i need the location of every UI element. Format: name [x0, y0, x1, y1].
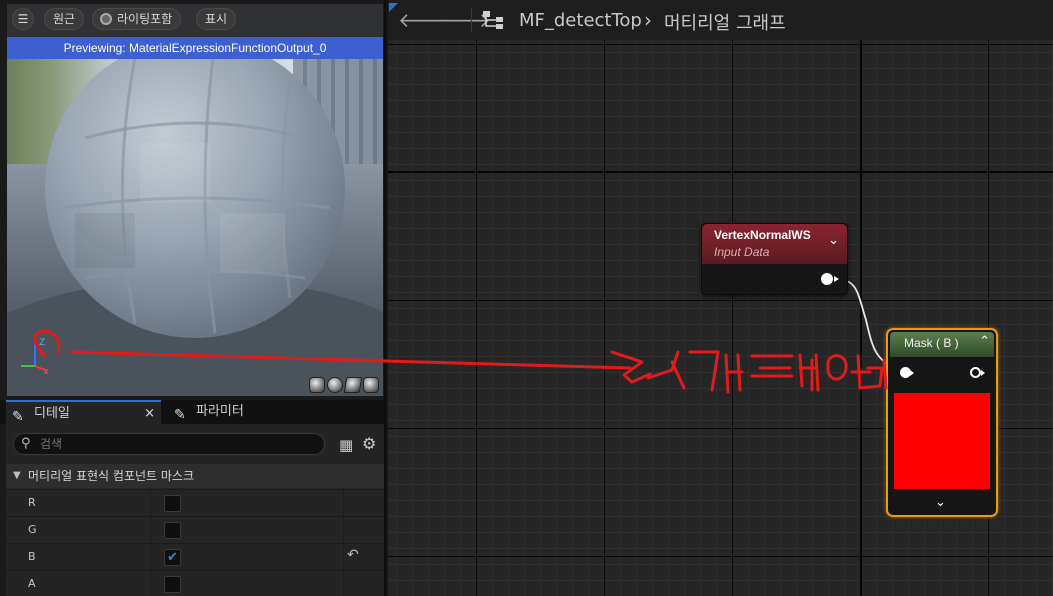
property-row-r: R — [6, 489, 384, 517]
sphere-icon[interactable] — [327, 377, 343, 393]
search-icon: ⚲ — [21, 436, 31, 451]
search-box[interactable]: ⚲ — [13, 433, 325, 455]
property-label: A — [28, 577, 36, 590]
axis-gizmo-icon: Z X — [21, 338, 49, 374]
collapse-triangle-icon: ▼ — [13, 470, 21, 481]
graph-origin-line — [388, 171, 1053, 173]
chevron-up-icon[interactable]: ⌃ — [979, 334, 990, 349]
tab-details-label: 디테일 — [34, 406, 70, 421]
table-view-icon[interactable]: ▦ — [339, 436, 353, 454]
axis-x-label: X — [43, 368, 49, 374]
tab-parameters-label: 파라미터 — [196, 404, 244, 419]
search-input[interactable] — [40, 436, 320, 452]
section-header[interactable]: ▼ 머티리얼 표현식 컴포넌트 마스크 — [6, 464, 384, 488]
node-vertex-normal-ws[interactable]: VertexNormalWS Input Data ⌄ — [701, 223, 848, 295]
details-tab-strip: ✎ 디테일 × ✎ 파라미터 — [0, 400, 384, 426]
property-label: B — [28, 550, 36, 563]
node-subtitle: Input Data — [714, 245, 770, 259]
node-title: VertexNormalWS — [714, 228, 811, 242]
pin-arrow-icon — [834, 276, 839, 282]
preview-shape-selector — [309, 377, 379, 393]
show-button[interactable]: 표시 — [196, 8, 237, 30]
reset-to-default-icon[interactable]: ↶ — [347, 547, 359, 563]
pin-arrow-icon — [910, 370, 914, 376]
pin-arrow-icon — [981, 370, 985, 376]
material-preview-viewport[interactable]: ☰ 원근 라이팅포함 표시 Previewing: MaterialExpres… — [7, 4, 383, 396]
checkmark-icon: ✔ — [167, 550, 178, 565]
close-icon[interactable]: × — [144, 402, 155, 426]
lighting-mode-label: 라이팅포함 — [117, 12, 173, 26]
toolbar-divider — [471, 8, 472, 32]
checkbox-b[interactable]: ✔ — [164, 549, 181, 566]
property-row-b: B ✔ ↶ — [6, 543, 384, 571]
chevron-down-icon[interactable]: ⌄ — [935, 495, 946, 510]
details-panel: ⚲ ▦ ⚙ ▼ 머티리얼 표현식 컴포넌트 마스크 R G B — [6, 424, 384, 596]
breadcrumb-graph[interactable]: 머티리얼 그래프 — [664, 9, 786, 35]
panel-corner-marker — [389, 3, 398, 12]
property-row-a: A — [6, 570, 384, 596]
node-title: Mask ( B ) — [904, 336, 959, 350]
checkbox-g[interactable] — [164, 522, 181, 539]
left-panel: ☰ 원근 라이팅포함 표시 Previewing: MaterialExpres… — [0, 0, 386, 596]
tab-details[interactable]: ✎ 디테일 × — [6, 400, 161, 426]
axis-z-label: Z — [39, 338, 45, 348]
property-label: G — [28, 523, 37, 536]
breadcrumb-asset[interactable]: MF_detectTop — [519, 10, 642, 31]
checkbox-a[interactable] — [164, 576, 181, 593]
perspective-button[interactable]: 원근 — [44, 8, 85, 30]
lit-sphere-icon — [100, 13, 112, 25]
lighting-mode-button[interactable]: 라이팅포함 — [92, 8, 182, 30]
node-component-mask[interactable]: Mask ( B ) ⌃ ⌄ — [886, 328, 998, 517]
breadcrumb-separator-icon: › — [644, 8, 652, 32]
plane-icon[interactable] — [343, 377, 363, 393]
chevron-down-icon[interactable]: ⌄ — [828, 233, 839, 248]
graph-toolbar: 🡐 🡒 MF_detectTop › 머티리얼 그래프 — [388, 0, 1053, 40]
node-preview-swatch — [894, 393, 990, 489]
preview-sphere — [45, 38, 345, 338]
checkbox-r[interactable] — [164, 495, 181, 512]
graph-origin-line — [860, 0, 862, 596]
output-pin[interactable] — [821, 273, 833, 285]
cylinder-icon[interactable] — [309, 377, 325, 393]
material-graph-canvas[interactable]: 🡐 🡒 MF_detectTop › 머티리얼 그래프 VertexNormal… — [388, 0, 1053, 596]
section-title: 머티리얼 표현식 컴포넌트 마스크 — [28, 469, 195, 483]
preview-banner: Previewing: MaterialExpressionFunctionOu… — [7, 37, 383, 59]
viewport-menu-button[interactable]: ☰ — [12, 8, 34, 30]
hierarchy-icon[interactable] — [482, 10, 504, 30]
property-label: R — [28, 496, 36, 509]
output-pin[interactable] — [970, 367, 981, 378]
cube-icon[interactable] — [363, 377, 379, 393]
gear-icon[interactable]: ⚙ — [362, 434, 376, 453]
tab-parameters[interactable]: ✎ 파라미터 — [168, 400, 288, 424]
hamburger-icon: ☰ — [17, 12, 29, 26]
property-row-g: G — [6, 516, 384, 544]
